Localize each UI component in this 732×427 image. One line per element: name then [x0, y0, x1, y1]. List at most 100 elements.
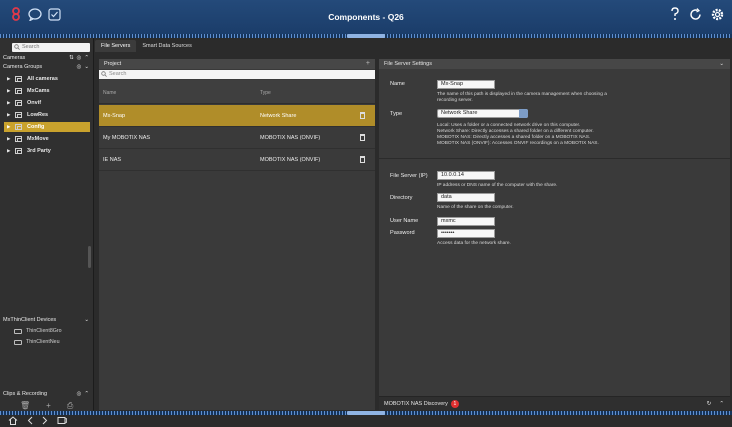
name-field[interactable]: Mx-Snap: [437, 80, 495, 89]
settings-icon[interactable]: [711, 8, 724, 21]
table-row[interactable]: My MOBOTIX NAS MOBOTIX NAS (ONVIF): [99, 127, 375, 149]
table-row[interactable]: IE NAS MOBOTIX NAS (ONVIF): [99, 149, 375, 171]
lock-icon[interactable]: ⎙: [67, 401, 73, 411]
chevron-down-icon[interactable]: ⌄: [84, 63, 89, 72]
group-label: 3rd Party: [27, 148, 51, 154]
plus-icon[interactable]: +: [46, 401, 51, 411]
group-icon: [15, 148, 22, 154]
group-item-all-cameras[interactable]: ▶ All cameras: [4, 74, 90, 84]
directory-label: Directory: [390, 195, 413, 201]
project-search-input[interactable]: Search: [99, 70, 375, 79]
device-label: ThinClient8Gro: [26, 328, 62, 334]
tab-smart-data-sources[interactable]: Smart Data Sources: [136, 40, 198, 52]
group-item-onvif[interactable]: ▶ Onvif: [4, 98, 90, 108]
trash-icon[interactable]: [360, 112, 365, 119]
group-label: MxCams: [27, 88, 50, 94]
devices-header[interactable]: MxThinClient Devices ⌄: [3, 316, 92, 325]
type-select-value: Network Share: [441, 110, 478, 116]
name-label: Name: [390, 81, 405, 87]
nas-discovery-bar[interactable]: MOBOTIX NAS Discovery 1 ↻ ⌃: [379, 396, 730, 410]
chevron-up-icon[interactable]: ⌃: [84, 54, 89, 63]
trash-icon[interactable]: 🗑: [20, 401, 30, 411]
home-icon[interactable]: [8, 416, 18, 427]
sort-icon[interactable]: ⇅: [69, 54, 74, 63]
group-label: Onvif: [27, 100, 42, 106]
row-type: MOBOTIX NAS (ONVIF): [260, 157, 321, 163]
camera-groups-header[interactable]: Camera Groups ◎ ⌄: [3, 63, 92, 72]
bottom-toolbar: [0, 416, 732, 427]
group-item-mxmove[interactable]: ▶ MxMove: [4, 134, 90, 144]
settings-title: File Server Settings: [384, 61, 432, 67]
chevron-up-icon[interactable]: ⌃: [84, 390, 89, 399]
chevron-down-icon[interactable]: ⌄: [719, 59, 724, 69]
table-row[interactable]: Mx-Snap Network Share: [99, 105, 375, 127]
tab-file-servers[interactable]: File Servers: [95, 40, 137, 52]
group-icon: [15, 124, 22, 130]
password-label: Password: [390, 230, 415, 236]
password-field[interactable]: •••••••: [437, 229, 495, 238]
table-header: Name Type: [99, 80, 375, 104]
type-select[interactable]: Network Share: [437, 109, 528, 118]
expand-arrow-icon[interactable]: ▶: [7, 122, 10, 132]
section-divider: [379, 158, 730, 159]
devices-label: MxThinClient Devices: [3, 317, 57, 323]
group-item-lowres[interactable]: ▶ LowRes: [4, 110, 90, 120]
camera-groups-label: Camera Groups: [3, 64, 43, 70]
camera-icon[interactable]: ◎: [77, 54, 82, 63]
expand-arrow-icon[interactable]: ▶: [7, 146, 10, 156]
clips-header[interactable]: Clips & Recording ◎ ⌃: [3, 390, 92, 399]
group-item-mxcams[interactable]: ▶ MxCams: [4, 86, 90, 96]
row-type: MOBOTIX NAS (ONVIF): [260, 135, 321, 141]
type-label: Type: [390, 111, 403, 117]
server-label: File Server (IP): [390, 173, 428, 179]
window-title: Components - Q26: [328, 12, 404, 22]
sidebar-splitter-handle[interactable]: [88, 246, 91, 268]
forward-icon[interactable]: [42, 416, 48, 427]
server-field[interactable]: 10.0.0.14: [437, 171, 495, 180]
device-item[interactable]: ThinClient8Gro: [14, 327, 62, 336]
type-help: Local: Uses a folder or a connected netw…: [437, 123, 722, 147]
column-name[interactable]: Name: [103, 90, 116, 96]
group-item-config[interactable]: ▶ Config: [4, 122, 90, 132]
refresh-icon[interactable]: [689, 7, 702, 21]
screen-icon[interactable]: [57, 416, 67, 427]
trash-icon[interactable]: [360, 134, 365, 141]
top-splitter[interactable]: [0, 34, 732, 38]
chevron-down-icon[interactable]: ⌄: [84, 316, 89, 325]
device-item[interactable]: ThinClientNeu: [14, 338, 60, 347]
project-panel: Project + Search Name Type Mx-Snap Netwo…: [99, 59, 375, 410]
directory-field[interactable]: data: [437, 193, 495, 202]
settings-header[interactable]: File Server Settings ⌄: [379, 59, 730, 69]
group-icon: [15, 136, 22, 142]
column-type[interactable]: Type: [260, 90, 271, 96]
group-item-3rd-party[interactable]: ▶ 3rd Party: [4, 146, 90, 156]
expand-arrow-icon[interactable]: ▶: [7, 74, 10, 84]
server-help: IP address or DNS name of the computer w…: [437, 183, 558, 188]
back-icon[interactable]: [27, 416, 33, 427]
expand-arrow-icon[interactable]: ▶: [7, 134, 10, 144]
clips-label: Clips & Recording: [3, 391, 48, 397]
add-file-server-button[interactable]: +: [366, 59, 370, 69]
cameras-header[interactable]: Cameras ⇅ ◎ ⌃: [3, 54, 92, 63]
clip-icon[interactable]: ◎: [77, 390, 82, 399]
username-field[interactable]: mxmc: [437, 217, 495, 226]
expand-arrow-icon[interactable]: ▶: [7, 98, 10, 108]
select-arrows-icon[interactable]: [519, 109, 528, 118]
expand-arrow-icon[interactable]: ▶: [7, 86, 10, 96]
trash-icon[interactable]: [360, 156, 365, 163]
project-search-placeholder: Search: [109, 71, 127, 77]
sidebar-search-placeholder: Search: [22, 44, 40, 50]
help-icon[interactable]: [670, 7, 680, 21]
username-label: User Name: [390, 218, 419, 224]
directory-help: Name of the share on the computer.: [437, 205, 514, 210]
file-server-settings-panel: File Server Settings ⌄ Name Mx-Snap The …: [379, 59, 730, 410]
refresh-icon[interactable]: ↻: [707, 397, 712, 411]
password-help: Access data for the network share.: [437, 241, 511, 246]
group-label: All cameras: [27, 76, 58, 82]
sidebar-search-input[interactable]: Search: [12, 43, 90, 52]
monitor-icon: [14, 329, 22, 334]
expand-arrow-icon[interactable]: ▶: [7, 110, 10, 120]
chevron-up-icon[interactable]: ⌃: [719, 397, 724, 411]
group-icon[interactable]: ◎: [77, 63, 82, 72]
bottom-splitter[interactable]: [0, 411, 732, 415]
